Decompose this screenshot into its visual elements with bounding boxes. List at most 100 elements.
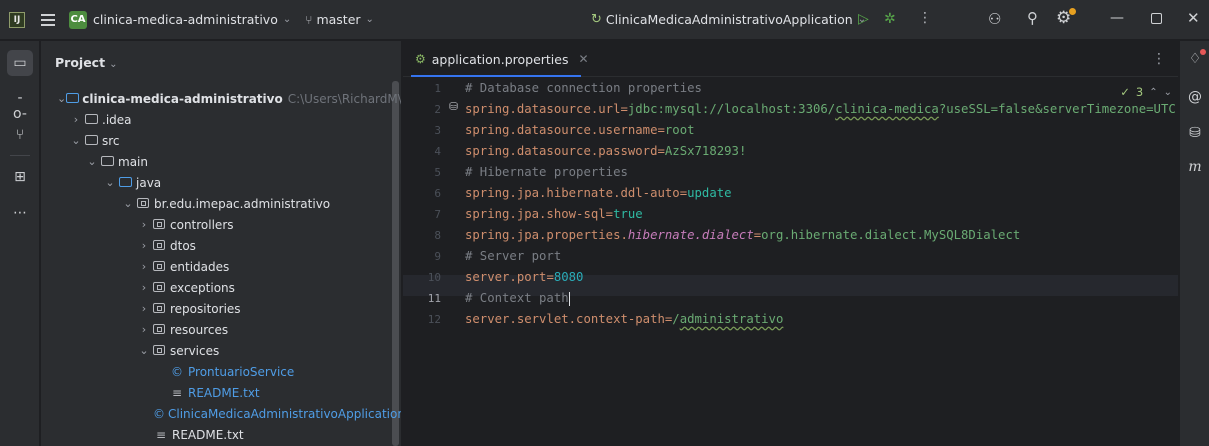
chevron-down-icon[interactable]: ⌄ — [103, 176, 117, 189]
branch-icon[interactable]: ⑂ — [305, 13, 312, 27]
code-line-3[interactable]: spring.datasource.username=root — [465, 123, 695, 137]
minimize-icon[interactable]: — — [1110, 10, 1124, 26]
tree-item-label: src — [102, 133, 120, 148]
commit-icon[interactable]: -o- — [12, 90, 28, 122]
package-icon — [151, 281, 167, 295]
chevron-down-icon[interactable]: ⌄ — [121, 197, 135, 210]
close-icon[interactable]: ✕ — [1187, 9, 1200, 27]
run-icon[interactable]: ▷ — [858, 11, 869, 27]
project-switcher[interactable]: clinica-medica-administrativo — [93, 12, 278, 27]
code-key-italic: hibernate.dialect — [627, 228, 754, 242]
scrollbar[interactable] — [392, 81, 399, 446]
chevron-right-icon[interactable]: › — [137, 281, 151, 294]
run-config-selector[interactable]: ↻ ClinicaMedicaAdministrativoApplication… — [591, 12, 866, 27]
code-line-1[interactable]: # Database connection properties — [465, 81, 702, 95]
search-icon[interactable]: ⚲ — [1027, 9, 1038, 27]
database-icon[interactable]: ⛁ — [1186, 125, 1204, 141]
tree-item-root[interactable]: ⌄ clinica-medica-administrativo C:\Users… — [41, 88, 401, 109]
chevron-right-icon[interactable]: › — [69, 113, 83, 126]
package-icon — [151, 344, 167, 358]
code-line-6[interactable]: spring.jpa.hibernate.ddl-auto=update — [465, 186, 732, 200]
inspection-count: 3 — [1135, 85, 1144, 99]
tree-item-application-class[interactable]: © ClinicaMedicaAdministrativoApplication — [41, 403, 401, 424]
project-badge[interactable]: CA — [69, 10, 87, 29]
tree-item-src[interactable]: ⌄ src — [41, 130, 391, 151]
chevron-down-icon[interactable]: ⌄ — [57, 92, 66, 105]
tree-item-readme[interactable]: ≡ README.txt — [41, 424, 391, 445]
line-number: 7 — [434, 208, 441, 221]
tree-item-dtos[interactable]: › dtos — [41, 235, 391, 256]
tree-item-main[interactable]: ⌄ main — [41, 151, 391, 172]
chevron-down-icon[interactable]: ⌄ — [1164, 87, 1172, 98]
tree-item-label: repositories — [170, 301, 241, 316]
code-line-2[interactable]: spring.datasource.url=jdbc:mysql://local… — [465, 102, 1176, 116]
debug-icon[interactable]: ✲ — [884, 11, 896, 27]
chevron-down-icon[interactable]: ⌄ — [283, 14, 291, 25]
tree-item-services[interactable]: ⌄ services — [41, 340, 391, 361]
chevron-right-icon[interactable]: › — [137, 260, 151, 273]
chevron-down-icon[interactable]: ⌄ — [366, 14, 374, 25]
code-value: jdbc:mysql://localhost:3306/ — [627, 102, 836, 116]
code-key: spring.datasource.url — [465, 102, 621, 116]
hamburger-icon[interactable] — [41, 13, 55, 26]
properties-file-icon: ⚙ — [415, 52, 426, 66]
folder-icon — [83, 113, 99, 127]
more-icon[interactable]: ⋮ — [1152, 51, 1166, 67]
tab-application-properties[interactable]: ⚙ application.properties ✕ — [403, 41, 601, 77]
chevron-right-icon[interactable]: › — [137, 218, 151, 231]
more-tools-icon[interactable]: ⋯ — [12, 205, 28, 221]
package-icon — [151, 323, 167, 337]
code-key: spring.datasource.username — [465, 123, 658, 137]
spring-boot-icon: ↻ — [591, 12, 602, 27]
ai-assistant-icon[interactable]: @ — [1186, 89, 1204, 105]
code-line-12[interactable]: server.servlet.context-path=/administrat… — [465, 312, 783, 326]
tree-item-java[interactable]: ⌄ java — [41, 172, 391, 193]
chevron-up-icon[interactable]: ⌃ — [1149, 87, 1157, 98]
code-line-10[interactable]: server.port=8080 — [465, 270, 583, 284]
code-comment: # Hibernate properties — [465, 165, 628, 179]
tree-item-repositories[interactable]: › repositories — [41, 298, 391, 319]
chevron-down-icon[interactable]: ⌄ — [109, 59, 117, 70]
code-comment: # Database connection properties — [465, 81, 702, 95]
tree-item-readme-services[interactable]: ≡ README.txt — [41, 382, 391, 403]
code-equals: = — [605, 207, 614, 221]
code-line-7[interactable]: spring.jpa.show-sql=true — [465, 207, 643, 221]
branch-switcher[interactable]: master — [316, 12, 360, 27]
tree-item-controllers[interactable]: › controllers — [41, 214, 391, 235]
git-branch-icon[interactable]: ⑂ — [12, 127, 28, 143]
source-folder-icon — [117, 176, 133, 190]
database-icon[interactable]: ⛁ — [449, 100, 458, 113]
maven-icon[interactable]: m — [1186, 159, 1204, 175]
chevron-down-icon[interactable]: ⌄ — [137, 344, 151, 357]
chevron-down-icon[interactable]: ⌄ — [85, 155, 99, 168]
tree-item-prontuario-service[interactable]: © ProntuarioService — [41, 361, 391, 382]
user-icon[interactable]: ⚇ — [988, 10, 1001, 28]
tree-item-label: entidades — [170, 259, 230, 274]
code-line-9[interactable]: # Server port — [465, 249, 561, 263]
tree-item-idea[interactable]: › .idea — [41, 109, 391, 130]
chevron-right-icon[interactable]: › — [137, 302, 151, 315]
more-icon[interactable]: ⋮ — [918, 10, 932, 26]
project-folder-icon[interactable]: ▭ — [7, 50, 33, 76]
structure-icon[interactable]: ⊞ — [12, 169, 28, 185]
chevron-right-icon[interactable]: › — [137, 323, 151, 336]
tree-item-resources[interactable]: › resources — [41, 319, 391, 340]
code-comment: # Server port — [465, 249, 562, 263]
code-value: 8080 — [553, 270, 584, 284]
tree-item-entidades[interactable]: › entidades — [41, 256, 391, 277]
inspection-widget[interactable]: ✓ 3 ⌃ ⌄ — [1120, 85, 1172, 99]
code-line-11[interactable]: # Context path — [465, 291, 570, 306]
tree-item-base-package[interactable]: ⌄ br.edu.imepac.administrativo — [41, 193, 391, 214]
close-icon[interactable]: ✕ — [578, 52, 588, 66]
code-equals: = — [620, 102, 628, 116]
chevron-right-icon[interactable]: › — [137, 239, 151, 252]
line-number: 9 — [434, 250, 441, 263]
code-line-4[interactable]: spring.datasource.password=AzSx718293! — [465, 144, 746, 158]
code-line-8[interactable]: spring.jpa.properties.hibernate.dialect=… — [465, 228, 1020, 242]
code-key: spring.datasource.password — [465, 144, 658, 158]
restore-icon[interactable] — [1151, 13, 1162, 24]
code-line-5[interactable]: # Hibernate properties — [465, 165, 628, 179]
project-panel-title[interactable]: Project ⌄ — [55, 55, 117, 70]
tree-item-exceptions[interactable]: › exceptions — [41, 277, 391, 298]
chevron-down-icon[interactable]: ⌄ — [69, 134, 83, 147]
